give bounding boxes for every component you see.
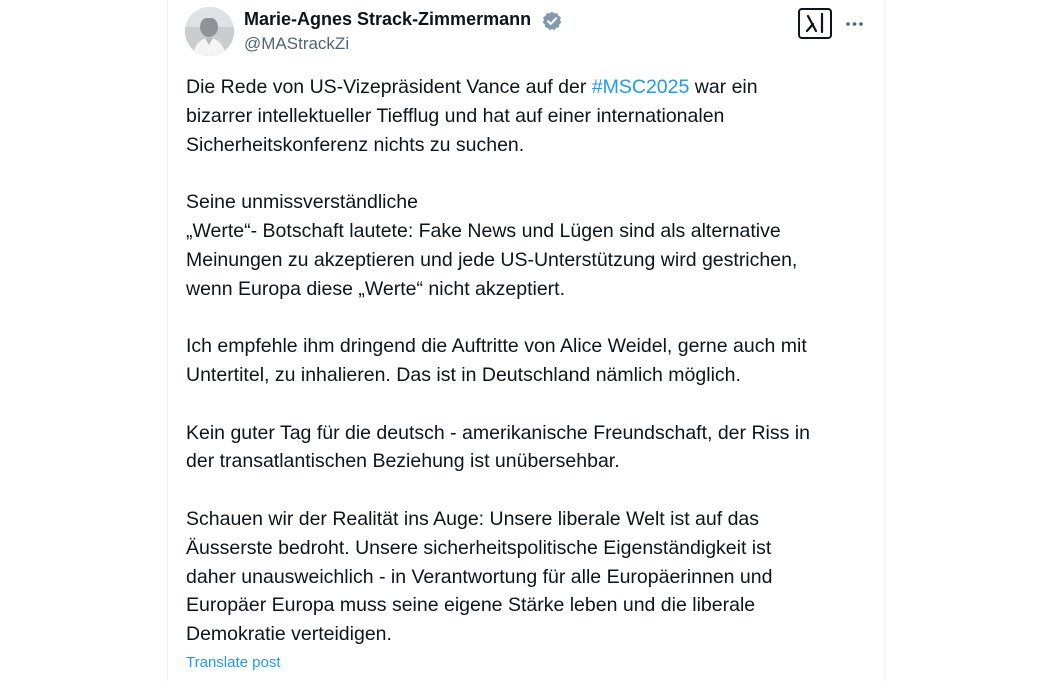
tweet-text-line: Ich empfehle ihm dringend die Auftritte … (186, 335, 807, 358)
tweet-text-line: Die Rede von US-Vizepräsident Vance auf … (186, 76, 592, 98)
tweet-paragraph: Schauen wir der Realität ins Auge: Unser… (186, 505, 871, 649)
hashtag-link[interactable]: #MSC2025 (592, 76, 690, 98)
tweet-text-line: Meinungen zu akzeptieren und jede US-Unt… (186, 248, 798, 271)
tweet-text-line: Kein guter Tag für die deutsch - amerika… (186, 421, 810, 444)
tweet-text-line: daher unausweichlich - in Verantwortung … (186, 565, 773, 588)
tweet-text-line: bizarrer intellektueller Tiefflug und ha… (186, 104, 725, 127)
more-options-icon (846, 22, 863, 26)
tweet-text-line: wenn Europa diese „Werte“ nicht akzeptie… (186, 277, 565, 300)
tweet-text-line: Demokratie verteidigen. (186, 623, 392, 646)
tweet-text-line: Sicherheitskonferenz nichts zu suchen. (186, 133, 525, 156)
tweet-text-line: Schauen wir der Realität ins Auge: Unser… (186, 507, 760, 530)
tweet-paragraph: Ich empfehle ihm dringend die Auftritte … (186, 332, 871, 390)
tweet-text-line: Europäer Europa muss seine eigene Stärke… (186, 594, 756, 617)
tweet-text-line: der transatlantischen Beziehung ist unüb… (186, 450, 620, 473)
grok-icon (805, 12, 824, 34)
tweet-text-line: Seine unmissverständliche (186, 191, 418, 214)
avatar[interactable] (185, 7, 234, 56)
grok-button[interactable] (798, 8, 832, 39)
author-display-name[interactable]: Marie-Agnes Strack-Zimmermann (244, 9, 531, 30)
tweet-paragraph: Die Rede von US-Vizepräsident Vance auf … (186, 73, 871, 159)
tweet-text-line: Untertitel, zu inhalieren. Das ist in De… (186, 363, 741, 386)
tweet-paragraph: Kein guter Tag für die deutsch - amerika… (186, 419, 871, 477)
tweet-text-line: war ein (689, 76, 758, 98)
tweet-text-line: „Werte“- Botschaft lautete: Fake News un… (186, 219, 781, 242)
tweet-text: Die Rede von US-Vizepräsident Vance auf … (186, 73, 871, 649)
page: Marie-Agnes Strack-Zimmermann @MAStrackZ… (0, 0, 1050, 681)
more-options-button[interactable] (840, 12, 870, 36)
tweet-text-line: Äusserste bedroht. Unsere sicherheitspol… (186, 536, 772, 559)
author-handle[interactable]: @MAStrackZi (244, 34, 349, 54)
tweet-paragraph: Seine unmissverständliche „Werte“- Botsc… (186, 188, 871, 303)
translate-post-link[interactable]: Translate post (186, 654, 281, 671)
profile-photo (185, 7, 234, 56)
verified-badge-icon[interactable] (542, 11, 562, 31)
